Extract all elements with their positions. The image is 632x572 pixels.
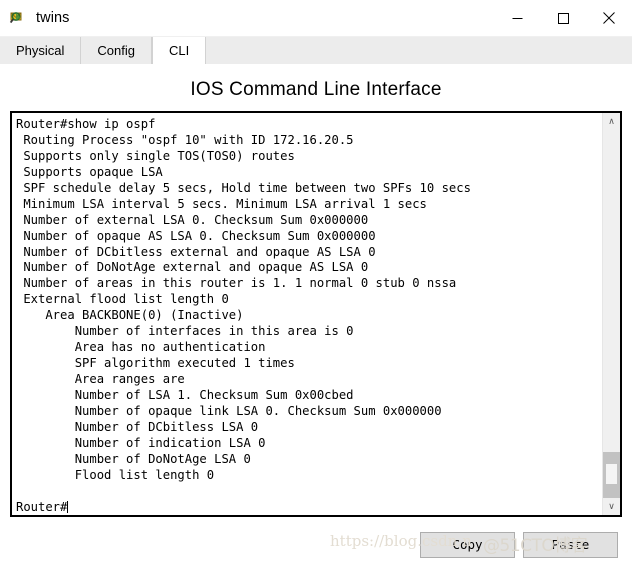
terminal-line: Supports only single TOS(TOS0) routes [16, 148, 295, 163]
window-titlebar: twins [0, 0, 632, 36]
terminal-line: SPF algorithm executed 1 times [16, 356, 295, 371]
terminal-line: Supports opaque LSA [16, 164, 163, 179]
terminal-line: Routing Process "ospf 10" with ID 172.16… [16, 132, 354, 147]
terminal-line: Number of external LSA 0. Checksum Sum 0… [16, 212, 369, 227]
terminal-line: Number of DCbitless external and opaque … [16, 244, 376, 259]
tab-config[interactable]: Config [81, 37, 152, 64]
copy-button[interactable]: Copy [420, 531, 515, 558]
terminal-line: Number of opaque link LSA 0. Checksum Su… [16, 403, 442, 418]
terminal-scrollbar[interactable]: ∧ ∨ [602, 113, 620, 515]
maximize-icon [557, 12, 569, 24]
scroll-down-arrow-icon[interactable]: ∨ [603, 498, 620, 515]
scrollbar-track[interactable] [603, 130, 620, 498]
terminal-line: External flood list length 0 [16, 292, 229, 307]
terminal-container: Router#show ip ospf Routing Process "osp… [10, 111, 622, 517]
terminal-line: Area BACKBONE(0) (Inactive) [16, 308, 244, 323]
terminal-line: Area ranges are [16, 372, 185, 386]
terminal-line: Number of interfaces in this area is 0 [16, 324, 354, 339]
cli-panel: IOS Command Line Interface Router#show i… [0, 65, 632, 572]
footer-actions: Copy Paste [0, 517, 632, 572]
minimize-icon [512, 17, 522, 19]
terminal-line: Flood list length 0 [16, 467, 215, 482]
terminal-line: Number of DoNotAge external and opaque A… [16, 260, 369, 275]
terminal-line: Number of DCbitless LSA 0 [16, 419, 259, 434]
terminal-line: Area has no authentication [16, 340, 266, 355]
tab-cli[interactable]: CLI [152, 37, 207, 64]
paste-button[interactable]: Paste [523, 531, 618, 558]
close-icon [603, 12, 615, 24]
tabstrip: Physical Config CLI [0, 36, 632, 65]
terminal-line: Router#show ip ospf [16, 117, 156, 131]
scrollbar-thumb-grip [606, 464, 617, 484]
page-title: IOS Command Line Interface [190, 79, 442, 100]
window-title: twins [36, 10, 70, 26]
tabstrip-filler [206, 37, 632, 64]
scroll-up-arrow-icon[interactable]: ∧ [603, 113, 620, 130]
terminal-line: Number of indication LSA 0 [16, 435, 266, 450]
terminal-line: Number of LSA 1. Checksum Sum 0x00cbed [16, 387, 354, 402]
terminal-output[interactable]: Router#show ip ospf Routing Process "osp… [12, 113, 602, 515]
close-button[interactable] [586, 0, 632, 36]
maximize-button[interactable] [540, 0, 586, 36]
terminal-line: Number of areas in this router is 1. 1 n… [16, 276, 457, 291]
minimize-button[interactable] [494, 0, 540, 36]
terminal-line: Router# [16, 499, 69, 514]
terminal-line: Minimum LSA interval 5 secs. Minimum LSA… [16, 196, 427, 211]
terminal-line: Number of DoNotAge LSA 0 [16, 451, 251, 466]
scrollbar-thumb[interactable] [603, 452, 620, 498]
tab-physical[interactable]: Physical [0, 37, 82, 64]
text-cursor [67, 500, 69, 513]
terminal-line: SPF schedule delay 5 secs, Hold time bet… [16, 180, 471, 195]
terminal-line: Number of opaque AS LSA 0. Checksum Sum … [16, 228, 376, 243]
window-controls [494, 0, 632, 36]
packet-tracer-icon [8, 8, 28, 28]
